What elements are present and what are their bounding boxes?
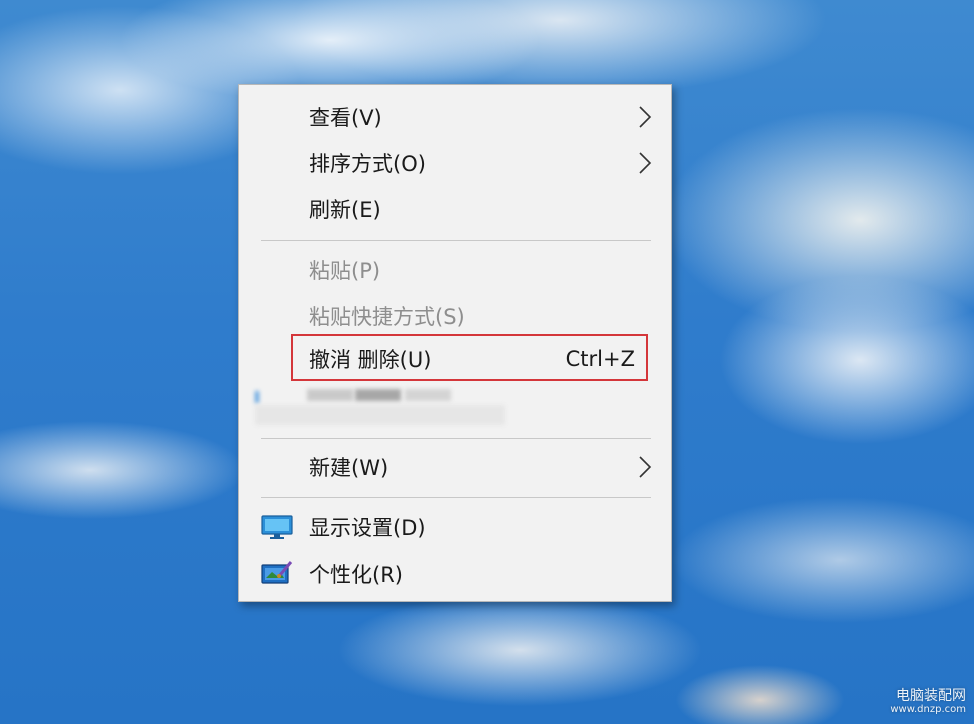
watermark: 电脑装配网 www.dnzp.com <box>890 688 966 716</box>
menu-item-paste-shortcut: 粘贴快捷方式(S) <box>239 294 671 338</box>
chevron-right-icon <box>639 456 652 478</box>
menu-item-refresh[interactable]: 刷新(E) <box>239 187 671 231</box>
menu-item-view[interactable]: 查看(V) <box>239 95 671 139</box>
chevron-right-icon <box>639 106 652 128</box>
menu-item-label: 显示设置(D) <box>309 516 426 540</box>
menu-item-new[interactable]: 新建(W) <box>239 445 671 489</box>
watermark-url: www.dnzp.com <box>890 704 966 715</box>
menu-item-paste: 粘贴(P) <box>239 248 671 292</box>
menu-item-label: 刷新(E) <box>309 198 381 222</box>
menu-item-label: 个性化(R) <box>309 563 403 587</box>
menu-separator <box>261 497 651 498</box>
menu-item-label: 新建(W) <box>309 456 389 480</box>
blurred-menu-item <box>255 387 515 427</box>
desktop-background[interactable]: 查看(V) 排序方式(O) 刷新(E) 粘贴(P) 粘贴快捷方式(S) 撤消 删… <box>0 0 974 724</box>
menu-separator <box>261 240 651 241</box>
menu-item-display-settings[interactable]: 显示设置(D) <box>239 505 671 549</box>
menu-item-label: 粘贴快捷方式(S) <box>309 305 465 329</box>
menu-separator <box>261 438 651 439</box>
chevron-right-icon <box>639 152 652 174</box>
context-menu: 查看(V) 排序方式(O) 刷新(E) 粘贴(P) 粘贴快捷方式(S) 撤消 删… <box>238 84 672 602</box>
menu-item-label: 查看(V) <box>309 106 382 130</box>
highlight-box <box>291 334 648 381</box>
menu-item-sort-by[interactable]: 排序方式(O) <box>239 141 671 185</box>
menu-item-label: 粘贴(P) <box>309 259 381 283</box>
menu-item-personalize[interactable]: 个性化(R) <box>239 552 671 596</box>
menu-item-label: 排序方式(O) <box>309 152 426 176</box>
watermark-text: 电脑装配网 <box>896 688 966 704</box>
personalize-icon <box>261 561 293 584</box>
display-icon <box>261 515 293 539</box>
